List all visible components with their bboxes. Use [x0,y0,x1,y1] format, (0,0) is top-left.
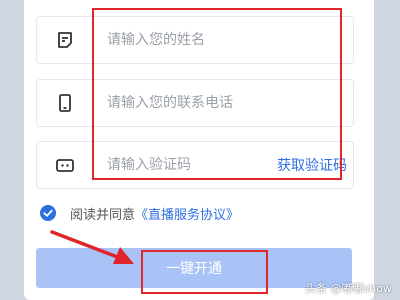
get-code-button[interactable]: 获取验证码 [277,155,347,175]
verification-code-input[interactable] [107,142,267,188]
code-row: 获取验证码 [36,141,354,189]
background-right [374,0,400,300]
name-row [36,16,354,64]
registration-card: 获取验证码 阅读并同意《直播服务协议》 一键开通 [24,0,374,300]
phone-icon [55,93,75,113]
agreement-label: 阅读并同意 [70,208,136,223]
agreement-checkbox[interactable] [40,205,56,221]
agreement-row: 阅读并同意《直播服务协议》 [40,203,360,223]
verification-code-icon [55,155,75,175]
name-card-icon [55,30,75,50]
phone-row [36,79,354,127]
phone-input[interactable] [107,80,267,126]
watermark: 头条 @嘟嘟show [305,282,392,295]
name-input[interactable] [107,17,267,63]
checkmark-icon [43,209,53,217]
service-agreement-link[interactable]: 《直播服务协议》 [135,208,239,223]
agreement-text: 阅读并同意《直播服务协议》 [70,204,239,223]
